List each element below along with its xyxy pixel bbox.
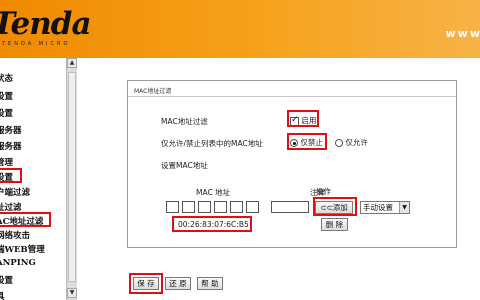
sidebar-item-attack-defense[interactable]: 网络攻击 bbox=[0, 229, 30, 241]
mode-select-value: 手动设置 bbox=[363, 203, 393, 212]
scroll-up-icon[interactable]: ▲ bbox=[67, 58, 77, 68]
scroll-down-icon[interactable]: ▼ bbox=[67, 288, 77, 298]
mac-octet-1[interactable] bbox=[166, 201, 179, 213]
highlight-add bbox=[313, 197, 357, 216]
delete-button[interactable]: 删 除 bbox=[321, 218, 348, 231]
sidebar-item-manage[interactable]: 管理 bbox=[0, 156, 13, 168]
mac-filter-label: MAC地址过滤 bbox=[161, 117, 208, 126]
note-input[interactable] bbox=[271, 201, 309, 213]
brand-tagline: TENDA MICRO bbox=[2, 41, 71, 47]
highlight-mac-filter bbox=[0, 212, 51, 227]
header-url-text: www bbox=[445, 27, 480, 40]
column-mac: MAC 地址 bbox=[196, 188, 231, 197]
brand-logo: Tenda bbox=[0, 6, 92, 42]
sidebar-item-status[interactable]: 状态 bbox=[0, 72, 13, 84]
restore-button[interactable]: 还 原 bbox=[165, 277, 191, 290]
scroll-thumb[interactable] bbox=[68, 72, 76, 282]
chevron-down-icon: ▼ bbox=[399, 202, 409, 213]
mac-octet-3[interactable] bbox=[198, 201, 211, 213]
sidebar-item-system-setup[interactable]: 设置 bbox=[0, 274, 13, 286]
panel-title-bar: MAC地址过滤 bbox=[128, 81, 456, 97]
mac-octet-6[interactable] bbox=[246, 201, 259, 213]
sidebar-scrollbar[interactable]: ▲ ▼ bbox=[66, 58, 77, 300]
highlight-mac-entry bbox=[172, 216, 252, 232]
highlight-save bbox=[129, 273, 163, 294]
sidebar-item-server[interactable]: 服务器 bbox=[0, 124, 22, 136]
column-action-label: 操作 bbox=[316, 187, 331, 196]
set-mac-label: 设置MAC地址 bbox=[161, 161, 208, 170]
sidebar-item-tools[interactable]: 具 bbox=[0, 290, 5, 300]
allow-label: 仅允许 bbox=[345, 138, 368, 147]
mac-octet-5[interactable] bbox=[230, 201, 243, 213]
allow-option[interactable]: 仅允许 bbox=[335, 137, 368, 148]
allow-radio[interactable] bbox=[335, 139, 343, 147]
mode-select[interactable]: 手动设置 ▼ bbox=[360, 201, 410, 214]
panel-title: MAC地址过滤 bbox=[134, 88, 172, 95]
mac-octet-4[interactable] bbox=[214, 201, 227, 213]
mode-label: 仅允许/禁止列表中的MAC地址 bbox=[161, 139, 263, 148]
sidebar-item-wan-ping[interactable]: ANPING bbox=[0, 258, 36, 268]
mac-octet-2[interactable] bbox=[182, 201, 195, 213]
highlight-enable bbox=[287, 110, 319, 127]
sidebar-item-server-2[interactable]: 服务器 bbox=[0, 140, 22, 152]
main-content: MAC地址过滤 MAC地址过滤 启用 仅允许/禁止列表中的MAC地址 仅禁止 仅… bbox=[77, 58, 480, 300]
header-banner: Tenda TENDA MICRO www bbox=[0, 0, 480, 58]
sidebar-item-client-filter[interactable]: 户端过滤 bbox=[0, 186, 30, 198]
sidebar-item-setup[interactable]: 设置 bbox=[0, 90, 13, 102]
sidebar-menu: 状态 设置 设置 服务器 服务器 管理 设置 户端过滤 址过滤 AC地址过滤 网… bbox=[0, 58, 66, 300]
highlight-deny bbox=[287, 133, 327, 150]
sidebar-item-setup-2[interactable]: 设置 bbox=[0, 107, 13, 119]
sidebar-item-remote-web[interactable]: 端WEB管理 bbox=[0, 243, 45, 255]
highlight-security-setup bbox=[0, 168, 22, 183]
help-button[interactable]: 帮 助 bbox=[197, 277, 223, 290]
